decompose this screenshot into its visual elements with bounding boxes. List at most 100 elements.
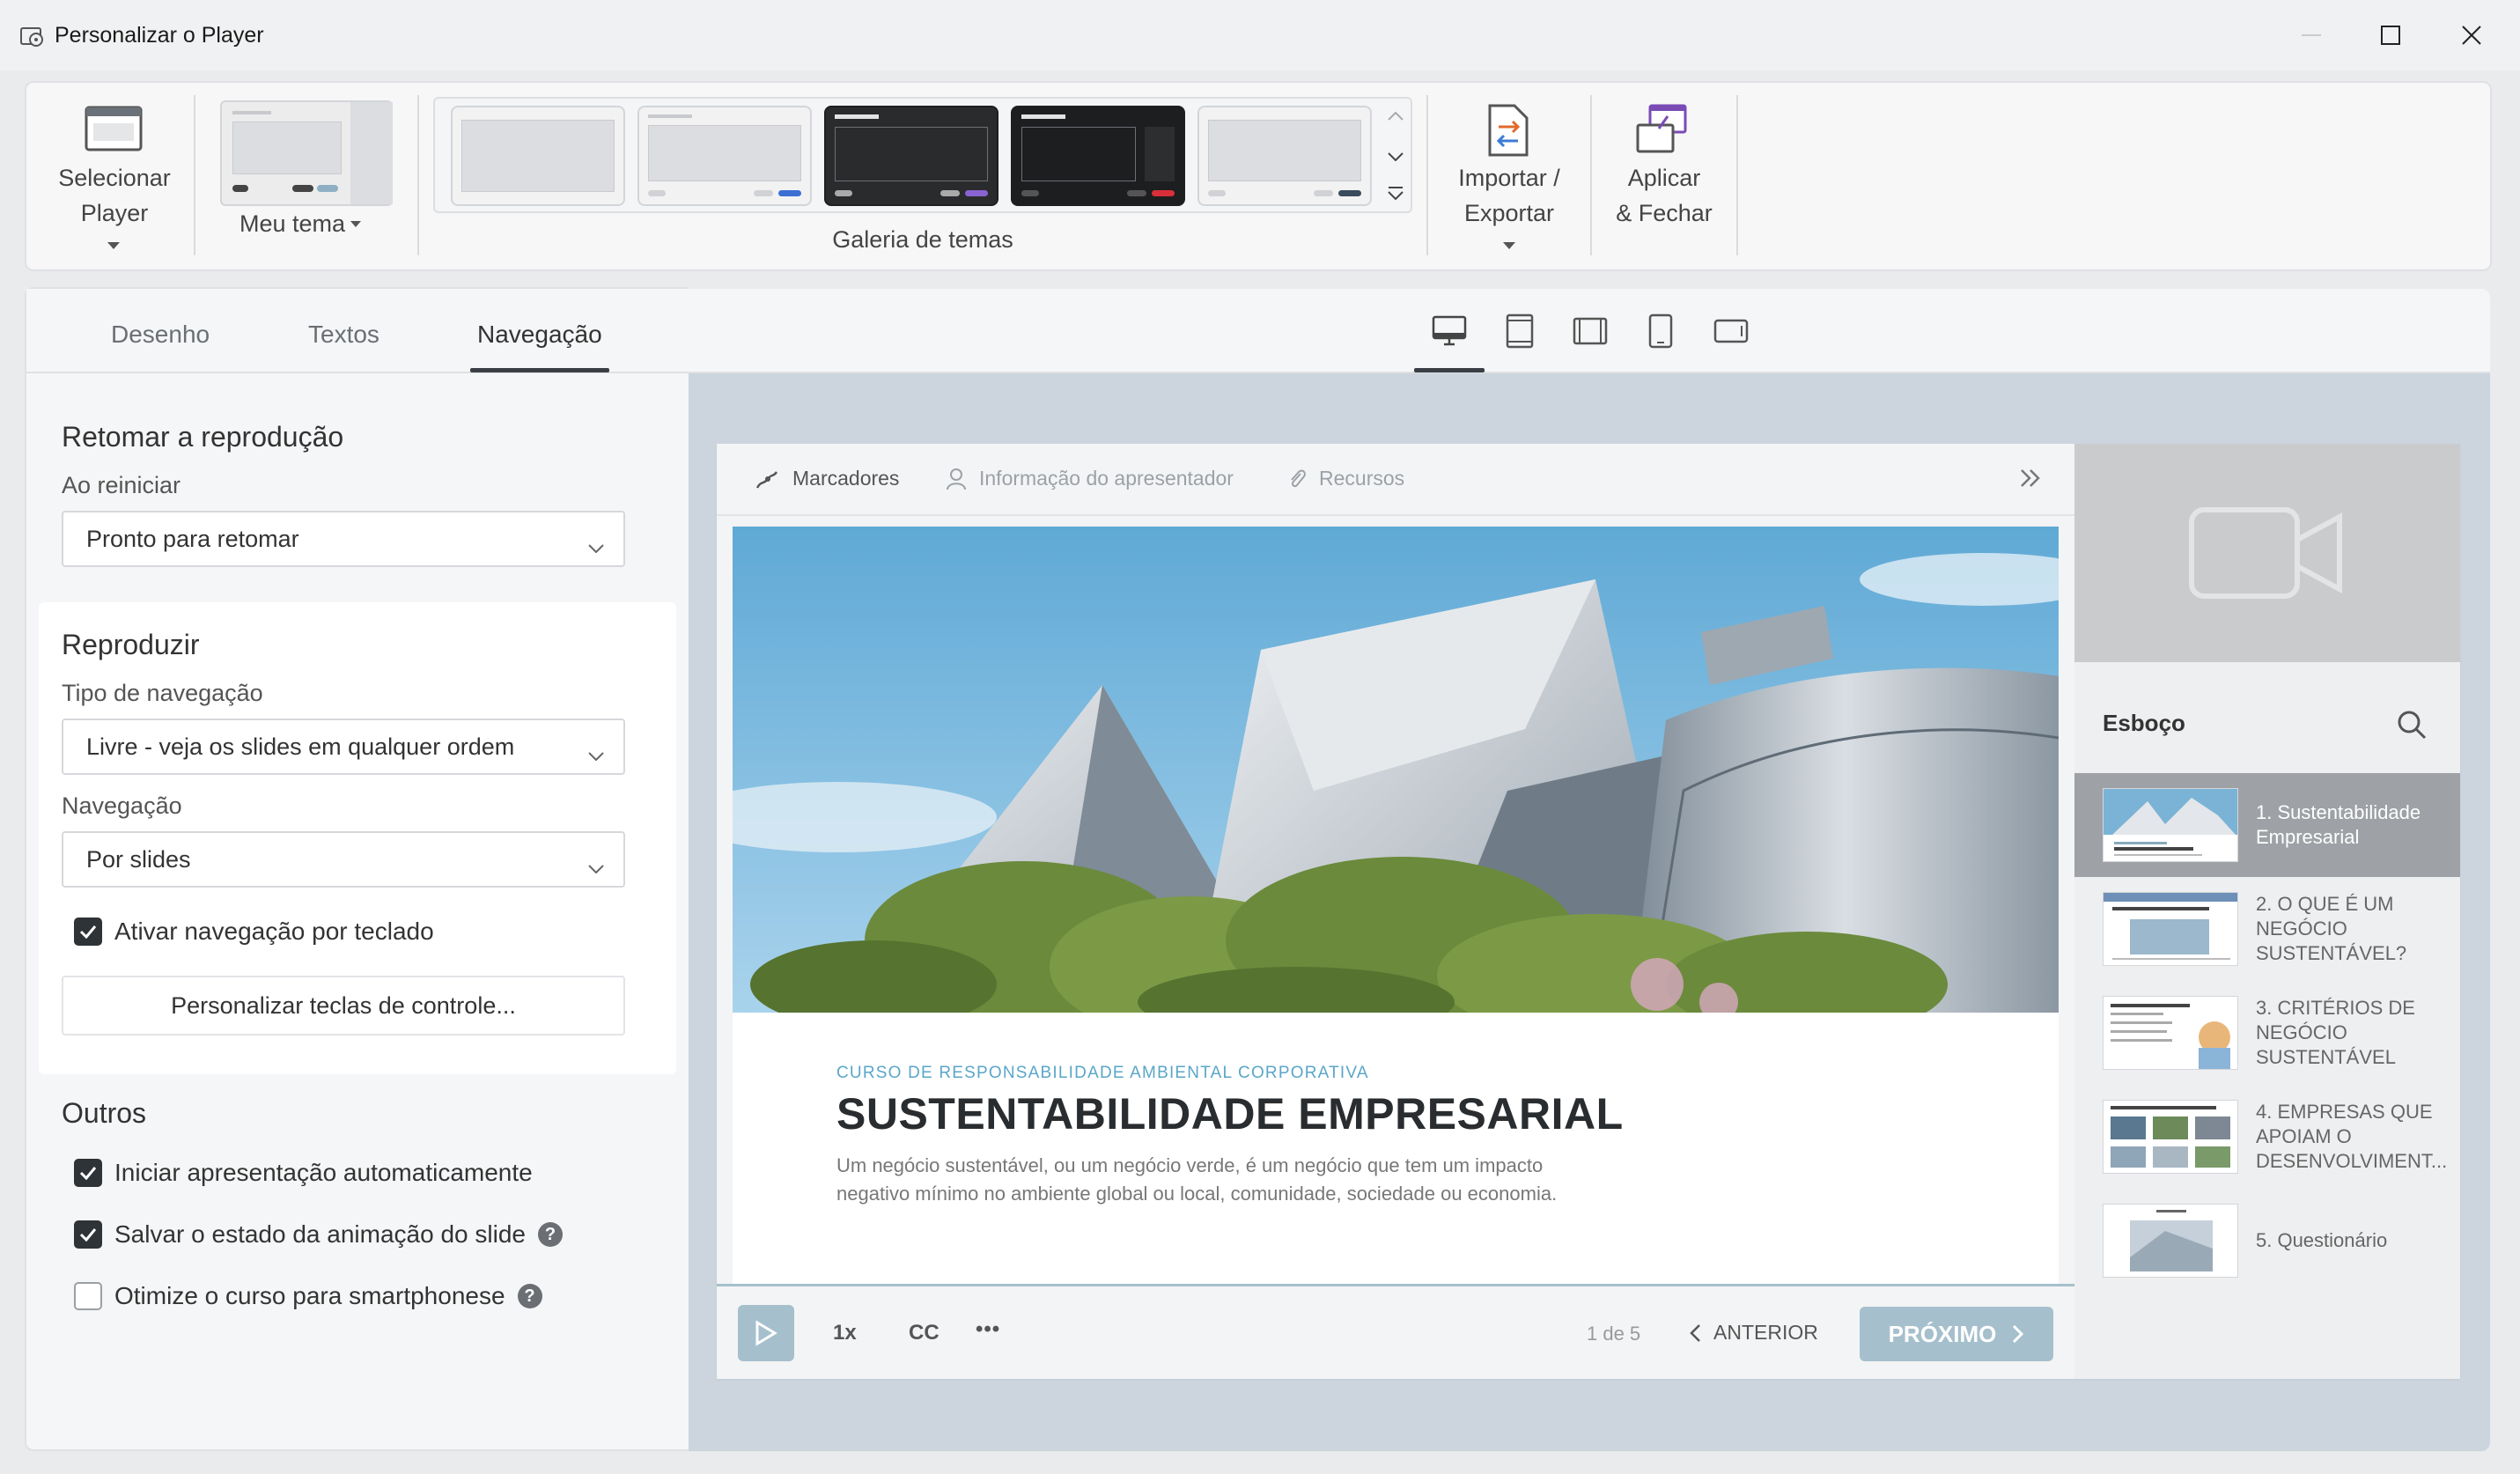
help-icon[interactable]: ? <box>517 1284 542 1308</box>
apply-close-button[interactable]: Aplicar & Fechar <box>1603 99 1726 257</box>
play-button[interactable] <box>738 1305 794 1361</box>
customize-keys-button[interactable]: Personalizar teclas de controle... <box>62 976 625 1035</box>
my-theme-thumbnail[interactable] <box>220 100 393 206</box>
video-camera-icon <box>2189 507 2342 599</box>
tablet-portrait-icon[interactable] <box>1500 312 1539 350</box>
tablet-landscape-icon[interactable] <box>1571 312 1610 350</box>
close-button[interactable] <box>2441 16 2502 55</box>
auto-start-label: Iniciar apresentação automaticamente <box>114 1159 533 1186</box>
smartphone-option[interactable]: Otimize o curso para smartphonese ? <box>74 1282 542 1310</box>
presenter-info-tab[interactable]: Informação do apresentador <box>946 467 1234 490</box>
save-animation-option[interactable]: Salvar o estado da animação do slide ? <box>74 1220 563 1249</box>
caret-down-icon <box>350 220 362 227</box>
slide-thumbnail <box>2103 1204 2238 1278</box>
caret-down-icon <box>107 238 120 254</box>
slide-kicker: CURSO DE RESPONSABILIDADE AMBIENTAL CORP… <box>836 1064 1369 1082</box>
auto-start-checkbox[interactable] <box>74 1159 102 1187</box>
auto-start-option[interactable]: Iniciar apresentação automaticamente <box>74 1159 533 1187</box>
phone-landscape-icon[interactable] <box>1712 312 1750 350</box>
tab-textos[interactable]: Textos <box>308 321 379 349</box>
nav-type-label: Tipo de navegação <box>62 680 263 706</box>
resources-tab[interactable]: Recursos <box>1287 467 1404 490</box>
smartphone-checkbox[interactable] <box>74 1282 102 1310</box>
tab-navegacao[interactable]: Navegação <box>477 321 602 349</box>
active-tab-indicator <box>470 368 609 372</box>
bookmarks-tab[interactable]: Marcadores <box>755 467 899 490</box>
outline-item[interactable]: 5. Questionário <box>2074 1189 2460 1293</box>
bookmarks-label: Marcadores <box>792 467 900 490</box>
apply-close-label-2: & Fechar <box>1616 200 1713 226</box>
tab-desenho[interactable]: Desenho <box>111 321 210 349</box>
help-icon[interactable]: ? <box>537 1222 563 1247</box>
select-player-label-2: Player <box>80 200 149 226</box>
presenter-video-placeholder <box>2074 444 2460 662</box>
window-title: Personalizar o Player <box>55 23 264 48</box>
speed-button[interactable]: 1x <box>833 1321 857 1345</box>
collapse-sidebar-icon[interactable] <box>2020 468 2041 492</box>
search-icon[interactable] <box>2397 710 2427 744</box>
active-device-indicator <box>1414 368 1485 372</box>
outline-item[interactable]: 2. O QUE É UM NEGÓCIO SUSTENTÁVEL? <box>2074 877 2460 981</box>
chevron-down-icon <box>588 532 604 559</box>
theme-thumbnail[interactable] <box>824 106 998 206</box>
slide-description: Um negócio sustentável, ou um negócio ve… <box>836 1154 1558 1205</box>
others-section-title: Outros <box>62 1097 147 1129</box>
next-label: PRÓXIMO <box>1888 1320 1997 1347</box>
gallery-expand-icon[interactable] <box>1388 187 1404 205</box>
ribbon-separator <box>194 95 195 255</box>
next-button[interactable]: PRÓXIMO <box>1860 1307 2053 1361</box>
chevron-up-icon[interactable] <box>1388 109 1404 125</box>
outline-item-label: 1. Sustentabilidade Empresarial <box>2256 801 2421 848</box>
app-icon <box>19 25 46 49</box>
slide-thumbnail <box>2103 788 2238 862</box>
my-theme-label: Meu tema <box>239 210 346 237</box>
select-player-button[interactable]: Selecionar Player <box>44 99 185 257</box>
select-player-label-1: Selecionar <box>58 165 171 191</box>
restart-dropdown[interactable]: Pronto para retomar <box>62 511 625 567</box>
import-export-icon <box>1486 104 1530 161</box>
play-section-title: Reproduzir <box>62 629 200 660</box>
outline-item-label: 4. EMPRESAS QUE APOIAM O DESENVOLVIMENT.… <box>2256 1101 2448 1172</box>
outline-item-label: 3. CRITÉRIOS DE NEGÓCIO SUSTENTÁVEL <box>2256 997 2415 1068</box>
player-window-icon <box>85 106 143 158</box>
minimize-button[interactable] <box>2281 16 2342 55</box>
import-export-label-2: Exportar <box>1463 200 1555 226</box>
desktop-view-icon[interactable] <box>1430 312 1469 350</box>
outline-item[interactable]: 1. Sustentabilidade Empresarial <box>2074 773 2460 877</box>
more-options-button[interactable]: ••• <box>976 1317 1000 1342</box>
caret-down-icon <box>1503 238 1515 254</box>
resume-section-title: Retomar a reprodução <box>62 421 344 453</box>
slide-thumbnail <box>2103 1100 2238 1174</box>
restart-value: Pronto para retomar <box>86 525 299 552</box>
outline-item-label: 5. Questionário <box>2256 1229 2388 1251</box>
theme-thumbnail[interactable] <box>1011 106 1185 206</box>
outline-title: Esboço <box>2103 710 2185 736</box>
nav-type-dropdown[interactable]: Livre - veja os slides em qualquer ordem <box>62 719 625 775</box>
previous-label: ANTERIOR <box>1713 1321 1818 1344</box>
outline-item[interactable]: 4. EMPRESAS QUE APOIAM O DESENVOLVIMENT.… <box>2074 1085 2460 1189</box>
outline-item[interactable]: 3. CRITÉRIOS DE NEGÓCIO SUSTENTÁVEL <box>2074 981 2460 1085</box>
previous-button[interactable]: ANTERIOR <box>1689 1321 1818 1345</box>
nav-dropdown[interactable]: Por slides <box>62 831 625 888</box>
captions-button[interactable]: CC <box>909 1321 939 1345</box>
save-animation-checkbox[interactable] <box>74 1220 102 1249</box>
import-export-button[interactable]: Importar / Exportar <box>1441 99 1578 257</box>
apply-close-label-1: Aplicar <box>1627 165 1701 191</box>
title-bar: Personalizar o Player <box>0 0 2520 70</box>
keyboard-nav-option[interactable]: Ativar navegação por teclado <box>74 918 434 946</box>
theme-thumbnail[interactable] <box>1197 106 1372 206</box>
user-icon <box>947 468 966 490</box>
gallery-scroll <box>1382 102 1409 211</box>
ribbon-separator <box>1736 95 1738 255</box>
phone-portrait-icon[interactable] <box>1641 312 1680 350</box>
theme-thumbnail[interactable] <box>637 106 812 206</box>
page-counter: 1 de 5 <box>1587 1323 1641 1345</box>
smartphone-label: Otimize o curso para smartphonese <box>114 1282 505 1309</box>
my-theme-dropdown[interactable]: Meu tema <box>239 206 362 241</box>
maximize-button[interactable] <box>2360 16 2421 55</box>
keyboard-nav-checkbox[interactable] <box>74 918 102 946</box>
chevron-down-icon[interactable] <box>1388 150 1404 166</box>
outline-item-label: 2. O QUE É UM NEGÓCIO SUSTENTÁVEL? <box>2256 893 2407 964</box>
theme-thumbnail[interactable] <box>451 106 625 206</box>
ribbon-separator <box>1426 95 1428 255</box>
